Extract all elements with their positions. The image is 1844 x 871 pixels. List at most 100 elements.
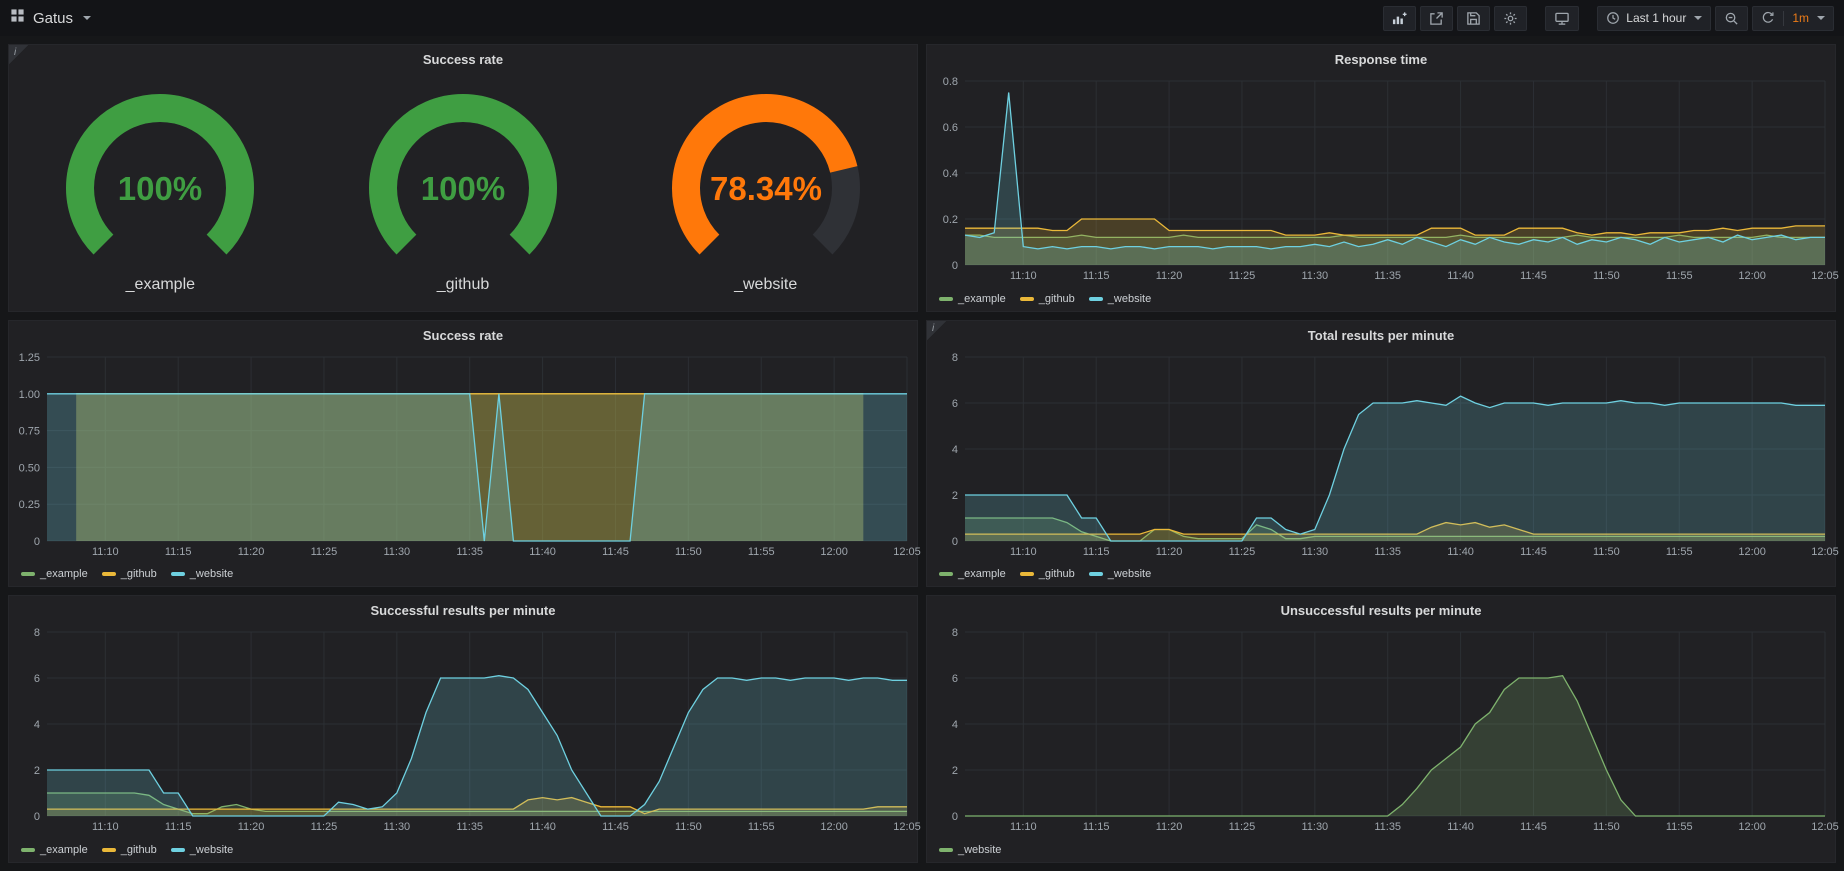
legend-swatch	[1089, 572, 1103, 576]
legend-item-_website[interactable]: _website	[171, 844, 233, 856]
dashboard-title[interactable]: Gatus	[33, 10, 73, 27]
legend-item-_github[interactable]: _github	[102, 844, 157, 856]
y-axis-label: 1.00	[19, 388, 40, 400]
save-button[interactable]	[1457, 6, 1490, 31]
x-axis-label: 11:50	[675, 821, 702, 833]
legend-item-_example[interactable]: _example	[939, 568, 1006, 580]
time-range-label: Last 1 hour	[1626, 11, 1686, 25]
successful-results-chart[interactable]: 0246811:1011:1511:2011:2511:3011:3511:40…	[13, 626, 911, 834]
legend-label: _example	[40, 844, 88, 856]
x-axis-label: 11:55	[748, 546, 775, 558]
x-axis-label: 11:20	[238, 546, 265, 558]
y-axis-label: 2	[34, 765, 40, 777]
x-axis-label: 11:30	[383, 821, 410, 833]
y-axis-label: 2	[952, 490, 958, 502]
gear-icon	[1503, 11, 1518, 26]
info-icon[interactable]: i	[9, 45, 29, 65]
legend-label: _website	[190, 568, 233, 580]
grid-icon[interactable]	[10, 8, 25, 28]
x-axis-label: 11:15	[1083, 546, 1110, 558]
share-button[interactable]	[1420, 6, 1453, 31]
legend-item-_website[interactable]: _website	[1089, 293, 1151, 305]
legend-swatch	[102, 572, 116, 576]
x-axis-label: 12:00	[820, 821, 848, 833]
total-results-plot: 0246811:1011:1511:2011:2511:3011:3511:40…	[931, 351, 1829, 559]
caret-down-icon	[1694, 16, 1702, 20]
legend-item-_example[interactable]: _example	[939, 293, 1006, 305]
y-axis-label: 0.8	[943, 76, 958, 88]
legend-swatch	[1089, 297, 1103, 301]
x-axis-label: 11:40	[1447, 821, 1474, 833]
legend-item-_website[interactable]: _website	[171, 568, 233, 580]
info-icon[interactable]: i	[927, 321, 947, 341]
x-axis-label: 11:25	[311, 821, 338, 833]
panel-title[interactable]: Response time	[927, 45, 1835, 69]
monitor-icon	[1554, 11, 1570, 26]
y-axis-label: 0	[34, 536, 40, 548]
x-axis-label: 11:45	[1520, 821, 1547, 833]
save-icon	[1466, 11, 1481, 26]
cycle-view-button[interactable]	[1545, 6, 1579, 31]
y-axis-label: 2	[952, 765, 958, 777]
y-axis-label: 4	[952, 719, 958, 731]
y-axis-label: 8	[34, 627, 40, 639]
legend-item-_github[interactable]: _github	[102, 568, 157, 580]
legend: _website	[939, 844, 1001, 856]
legend-item-_website[interactable]: _website	[1089, 568, 1151, 580]
x-axis-label: 11:30	[383, 546, 410, 558]
panel-title[interactable]: Unsuccessful results per minute	[927, 596, 1835, 620]
legend-item-_github[interactable]: _github	[1020, 293, 1075, 305]
x-axis-label: 11:25	[1229, 270, 1256, 282]
x-axis-label: 11:25	[1229, 546, 1256, 558]
legend-swatch	[939, 297, 953, 301]
x-axis-label: 11:35	[1374, 546, 1401, 558]
total-results-chart[interactable]: 0246811:1011:1511:2011:2511:3011:3511:40…	[931, 351, 1829, 559]
y-axis-label: 4	[952, 444, 958, 456]
panel-title[interactable]: Successful results per minute	[9, 596, 917, 620]
success-rate-chart[interactable]: 00.250.500.751.001.2511:1011:1511:2011:2…	[13, 351, 911, 559]
gauge-arc: 100%	[45, 88, 275, 280]
response-time-chart[interactable]: 00.20.40.60.811:1011:1511:2011:2511:3011…	[931, 75, 1829, 283]
x-axis-label: 12:00	[820, 546, 848, 558]
x-axis-label: 12:05	[893, 546, 921, 558]
legend-label: _website	[1108, 293, 1151, 305]
x-axis-label: 11:15	[165, 821, 192, 833]
panel-total-results: i Total results per minute 0246811:1011:…	[926, 320, 1836, 588]
time-range-picker[interactable]: Last 1 hour	[1597, 6, 1711, 31]
settings-button[interactable]	[1494, 6, 1527, 31]
x-axis-label: 12:00	[1738, 270, 1766, 282]
legend-swatch	[21, 848, 35, 852]
x-axis-label: 11:50	[1593, 821, 1620, 833]
legend-item-_github[interactable]: _github	[1020, 568, 1075, 580]
x-axis-label: 11:55	[1666, 546, 1693, 558]
y-axis-label: 0.4	[943, 168, 958, 180]
legend-swatch	[939, 572, 953, 576]
legend-swatch	[21, 572, 35, 576]
x-axis-label: 11:35	[456, 821, 483, 833]
panel-title[interactable]: Total results per minute	[927, 321, 1835, 345]
gauge-group: 100%_example100%_github78.34%_website	[9, 73, 917, 309]
y-axis-label: 1.25	[19, 352, 40, 364]
panel-title[interactable]: Success rate	[9, 45, 917, 69]
x-axis-label: 12:05	[893, 821, 921, 833]
legend-item-_example[interactable]: _example	[21, 844, 88, 856]
legend-item-_example[interactable]: _example	[21, 568, 88, 580]
legend-item-_website[interactable]: _website	[939, 844, 1001, 856]
x-axis-label: 12:05	[1811, 546, 1839, 558]
x-axis-label: 11:50	[675, 546, 702, 558]
panel-title[interactable]: Success rate	[9, 321, 917, 345]
x-axis-label: 11:45	[602, 546, 629, 558]
legend-swatch	[1020, 572, 1034, 576]
zoom-out-button[interactable]	[1715, 6, 1748, 31]
x-axis-label: 11:25	[311, 546, 338, 558]
gauge-_github: 100%_github	[312, 73, 615, 309]
add-panel-button[interactable]	[1383, 6, 1416, 31]
refresh-picker[interactable]: 1m	[1752, 6, 1834, 31]
x-axis-label: 11:50	[1593, 546, 1620, 558]
unsuccessful-results-chart[interactable]: 0246811:1011:1511:2011:2511:3011:3511:40…	[931, 626, 1829, 834]
x-axis-label: 11:15	[1083, 821, 1110, 833]
refresh-icon	[1761, 11, 1775, 25]
y-axis-label: 0	[952, 536, 958, 548]
y-axis-label: 0.50	[19, 462, 40, 474]
gauge-value: 100%	[118, 170, 202, 207]
